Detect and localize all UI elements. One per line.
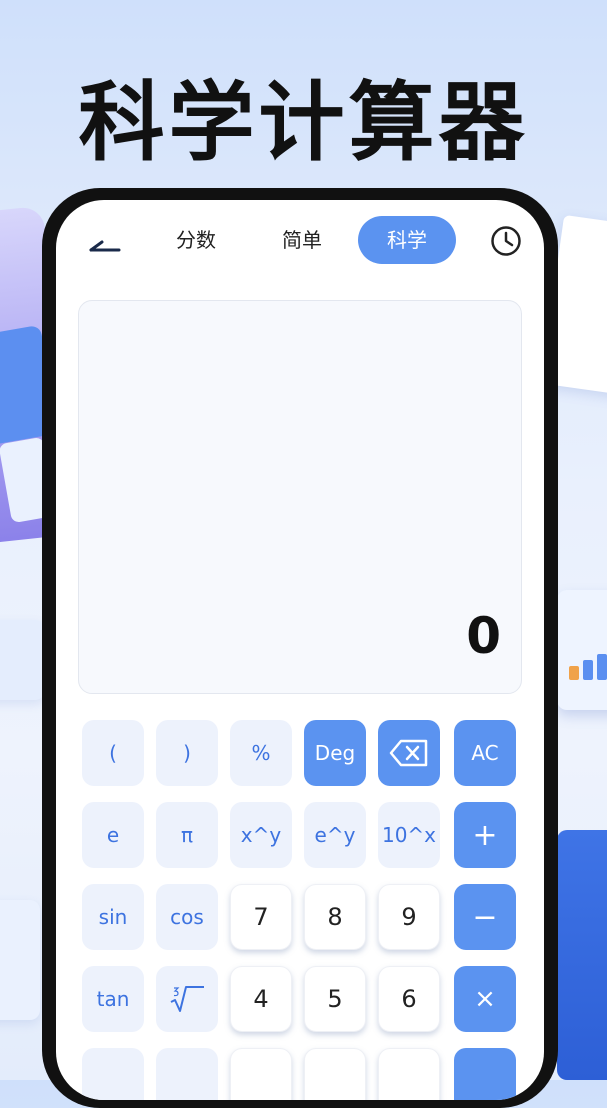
key-pi[interactable]: π bbox=[156, 802, 218, 868]
key-e[interactable]: e bbox=[82, 802, 144, 868]
key-9[interactable]: 9 bbox=[378, 884, 440, 950]
phone-frame: 分数 简单 科学 0 ( ) % Deg AC e π x^y e^y 10^x… bbox=[42, 188, 558, 1108]
key-x-pow-y[interactable]: x^y bbox=[230, 802, 292, 868]
key-row5-5[interactable] bbox=[378, 1048, 440, 1100]
key-ten-pow-x[interactable]: 10^x bbox=[378, 802, 440, 868]
key-backspace[interactable] bbox=[378, 720, 440, 786]
page-headline: 科学计算器 bbox=[78, 73, 529, 173]
key-row5-3[interactable] bbox=[230, 1048, 292, 1100]
key-cube-root[interactable] bbox=[156, 966, 218, 1032]
key-percent[interactable]: % bbox=[230, 720, 292, 786]
display-value: 0 bbox=[466, 607, 501, 665]
tab-scientific[interactable]: 科学 bbox=[358, 216, 456, 264]
app-screen: 分数 简单 科学 0 ( ) % Deg AC e π x^y e^y 10^x… bbox=[56, 200, 544, 1100]
background-decoration bbox=[557, 590, 607, 710]
tab-fraction[interactable]: 分数 bbox=[156, 216, 236, 264]
background-decoration bbox=[557, 830, 607, 1080]
background-decoration bbox=[583, 660, 593, 680]
key-row5-4[interactable] bbox=[304, 1048, 366, 1100]
key-plus[interactable]: + bbox=[454, 802, 516, 868]
background-decoration bbox=[0, 900, 40, 1020]
cube-root-icon bbox=[170, 986, 204, 1012]
key-deg[interactable]: Deg bbox=[304, 720, 366, 786]
result-display: 0 bbox=[78, 300, 522, 694]
key-cos[interactable]: cos bbox=[156, 884, 218, 950]
back-arrow-icon[interactable] bbox=[88, 228, 124, 258]
tab-simple[interactable]: 简单 bbox=[262, 216, 342, 264]
key-7[interactable]: 7 bbox=[230, 884, 292, 950]
key-times[interactable]: × bbox=[454, 966, 516, 1032]
top-bar: 分数 简单 科学 bbox=[56, 200, 544, 280]
key-left-paren[interactable]: ( bbox=[82, 720, 144, 786]
clock-icon[interactable] bbox=[490, 225, 522, 257]
key-4[interactable]: 4 bbox=[230, 966, 292, 1032]
key-row5-1[interactable] bbox=[82, 1048, 144, 1100]
key-5[interactable]: 5 bbox=[304, 966, 366, 1032]
background-decoration bbox=[0, 620, 45, 700]
key-all-clear[interactable]: AC bbox=[454, 720, 516, 786]
backspace-icon bbox=[389, 739, 428, 767]
background-decoration bbox=[569, 666, 579, 680]
key-tan[interactable]: tan bbox=[82, 966, 144, 1032]
key-6[interactable]: 6 bbox=[378, 966, 440, 1032]
key-8[interactable]: 8 bbox=[304, 884, 366, 950]
key-row5-2[interactable] bbox=[156, 1048, 218, 1100]
key-minus[interactable]: − bbox=[454, 884, 516, 950]
background-decoration bbox=[597, 654, 607, 680]
key-sin[interactable]: sin bbox=[82, 884, 144, 950]
key-row5-6[interactable] bbox=[454, 1048, 516, 1100]
key-right-paren[interactable]: ) bbox=[156, 720, 218, 786]
key-e-pow-y[interactable]: e^y bbox=[304, 802, 366, 868]
